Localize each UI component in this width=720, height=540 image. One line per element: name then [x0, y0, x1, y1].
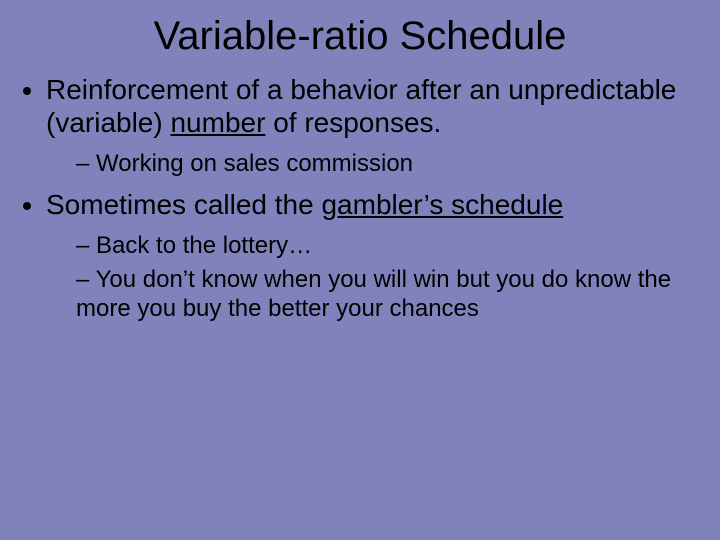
bullet-1-sub-1: Working on sales commission: [76, 149, 702, 178]
bullet-2-text-pre: Sometimes called the: [46, 189, 321, 220]
bullet-2-sublist: Back to the lottery… You don’t know when…: [46, 231, 702, 323]
bullet-1: Reinforcement of a behavior after an unp…: [46, 73, 702, 178]
bullet-1-text-post: of responses.: [265, 107, 441, 138]
bullet-2-sub-2-text: You don’t know when you will win but you…: [76, 266, 671, 322]
slide-title: Variable-ratio Schedule: [18, 14, 702, 59]
bullet-1-sub-1-text: Working on sales commission: [96, 150, 413, 177]
bullet-2-sub-2: You don’t know when you will win but you…: [76, 265, 702, 324]
slide: Variable-ratio Schedule Reinforcement of…: [0, 0, 720, 540]
bullet-1-sublist: Working on sales commission: [46, 149, 702, 178]
bullet-list: Reinforcement of a behavior after an unp…: [18, 73, 702, 323]
bullet-1-text-underline: number: [170, 107, 265, 138]
bullet-2-sub-1: Back to the lottery…: [76, 231, 702, 260]
bullet-2-text-underline: gambler’s schedule: [321, 189, 563, 220]
bullet-2-sub-1-text: Back to the lottery…: [96, 232, 312, 259]
bullet-2: Sometimes called the gambler’s schedule …: [46, 188, 702, 323]
